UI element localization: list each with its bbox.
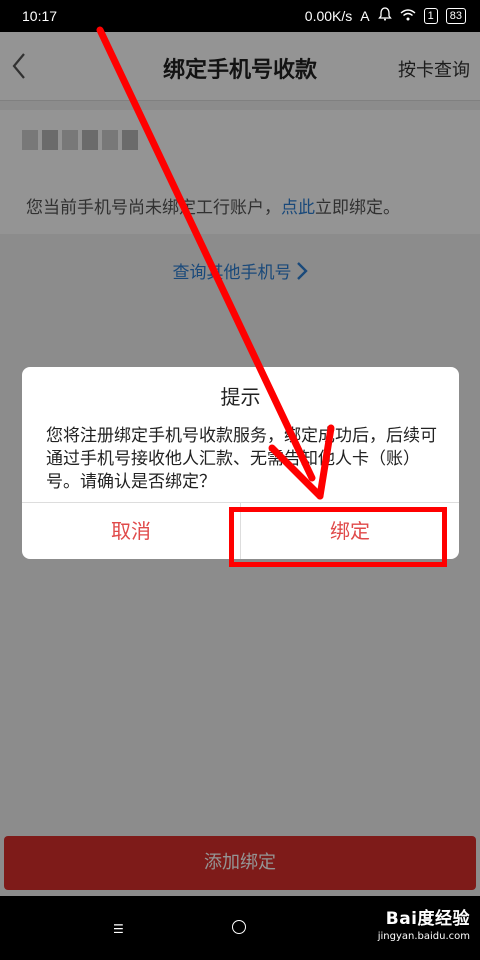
status-bar: 10:17 0.00K/s A 1 83 — [0, 0, 480, 32]
watermark-logo: Bai度经验 — [385, 909, 470, 929]
dialog-message: 您将注册绑定手机号收款服务，绑定成功后，后续可通过手机号接收他人汇款、无需告知他… — [46, 426, 437, 492]
status-time: 10:17 — [22, 8, 58, 24]
sim-icon: 1 — [423, 7, 438, 24]
app-screen: 10:17 0.00K/s A 1 83 绑定手机号收款 按卡查询 您当前手机号… — [0, 0, 480, 960]
menu-icon[interactable]: ☰ — [113, 922, 124, 936]
system-nav-bar: ☰ Bai度经验 jingyan.baidu.com — [0, 896, 480, 960]
font-a-icon: A — [360, 7, 370, 24]
annotation-highlight-box — [229, 507, 447, 567]
dialog-title: 提示 — [220, 385, 261, 409]
baidu-jingyan-watermark: Bai度经验 jingyan.baidu.com — [378, 904, 470, 942]
bell-icon — [377, 7, 392, 24]
network-speed: 0.00K/s — [304, 7, 353, 24]
watermark-url: jingyan.baidu.com — [377, 931, 470, 942]
home-icon[interactable] — [232, 920, 246, 934]
status-right: 0.00K/s A 1 83 — [305, 7, 466, 24]
battery-icon: 83 — [445, 7, 466, 24]
wifi-icon — [400, 8, 416, 24]
cancel-button[interactable]: 取消 — [22, 503, 240, 559]
